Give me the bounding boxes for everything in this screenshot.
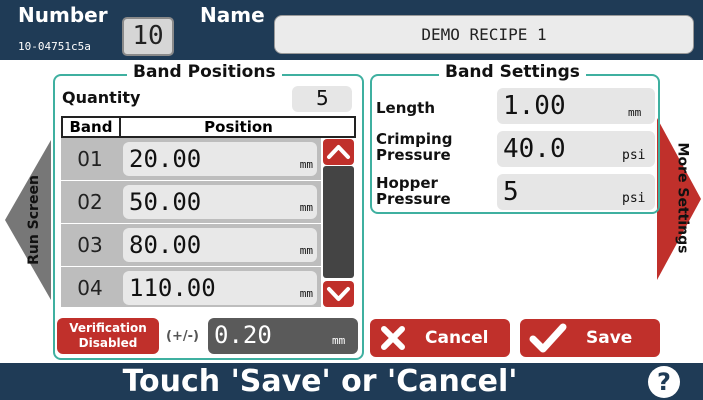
table-row: 03 80.00 mm <box>61 224 321 266</box>
band-table-body: 01 20.00 mm 02 50.00 mm 03 80.00 mm 04 1… <box>61 138 321 307</box>
check-icon <box>529 323 567 353</box>
verification-state: Disabled <box>78 336 138 350</box>
crimping-label-line2: Pressure <box>376 146 451 164</box>
scroll-up-button[interactable] <box>323 139 354 165</box>
hopper-pressure-label: Hopper Pressure <box>376 175 451 207</box>
crimping-pressure-value: 40.0 <box>503 134 566 164</box>
scroll-down-icon <box>327 287 350 301</box>
help-button[interactable]: ? <box>648 366 680 398</box>
more-settings-button[interactable]: More Settings <box>657 118 701 280</box>
hopper-label-line2: Pressure <box>376 190 451 208</box>
band-number: 03 <box>77 233 103 257</box>
position-value: 80.00 <box>129 231 202 259</box>
position-unit: mm <box>299 158 313 171</box>
length-unit: mm <box>628 106 642 119</box>
crimping-pressure-unit: psi <box>622 148 646 163</box>
hopper-pressure-value: 5 <box>503 177 519 207</box>
quantity-value: 5 <box>316 86 329 110</box>
length-label: Length <box>376 99 435 117</box>
position-value: 110.00 <box>129 274 216 302</box>
position-column-header: Position <box>204 118 273 136</box>
x-icon <box>381 326 405 350</box>
save-button[interactable]: Save <box>520 319 660 357</box>
run-screen-button[interactable]: Run Screen <box>5 140 53 300</box>
scroll-up-icon <box>327 145 350 159</box>
crimping-pressure-label: Crimping Pressure <box>376 131 452 163</box>
band-settings-title: Band Settings <box>439 62 586 82</box>
recipe-name-field[interactable]: DEMO RECIPE 1 <box>274 15 694 54</box>
position-unit: mm <box>299 244 313 257</box>
run-screen-label: Run Screen <box>25 175 42 265</box>
band-number: 02 <box>77 190 103 214</box>
position-unit: mm <box>299 201 313 214</box>
table-row: 02 50.00 mm <box>61 181 321 223</box>
tolerance-label: (+/-) <box>166 329 199 344</box>
cancel-label: Cancel <box>425 328 489 348</box>
table-row: 04 110.00 mm <box>61 267 321 309</box>
hopper-label-line1: Hopper <box>376 174 438 192</box>
verification-label: Verification <box>69 321 147 335</box>
tolerance-value: 0.20 <box>214 321 272 349</box>
band-positions-title: Band Positions <box>127 62 282 82</box>
serial-number: 10-04751c5a <box>18 40 91 53</box>
scroll-down-button[interactable] <box>323 281 354 307</box>
verification-toggle-button[interactable]: Verification Disabled <box>57 318 159 354</box>
quantity-label: Quantity <box>62 88 141 107</box>
scrollbar-thumb[interactable] <box>323 166 354 278</box>
name-label: Name <box>200 3 265 27</box>
cancel-button[interactable]: Cancel <box>370 319 510 357</box>
band-column-header: Band <box>63 118 121 136</box>
band-table-header: Band Position <box>61 116 356 138</box>
recipe-number-field[interactable]: 10 <box>122 17 174 56</box>
table-row: 01 20.00 mm <box>61 138 321 180</box>
position-value: 50.00 <box>129 188 202 216</box>
more-settings-label: More Settings <box>674 142 691 254</box>
tolerance-unit: mm <box>332 334 346 347</box>
number-label: Number <box>18 3 108 27</box>
hopper-pressure-unit: psi <box>622 191 646 206</box>
band-number: 04 <box>77 276 103 300</box>
status-message: Touch 'Save' or 'Cancel' <box>122 364 518 399</box>
help-icon: ? <box>657 368 671 396</box>
band-number: 01 <box>77 147 103 171</box>
length-value: 1.00 <box>503 91 566 121</box>
position-value: 20.00 <box>129 145 202 173</box>
save-label: Save <box>586 328 633 348</box>
position-unit: mm <box>299 287 313 300</box>
crimping-label-line1: Crimping <box>376 130 453 148</box>
